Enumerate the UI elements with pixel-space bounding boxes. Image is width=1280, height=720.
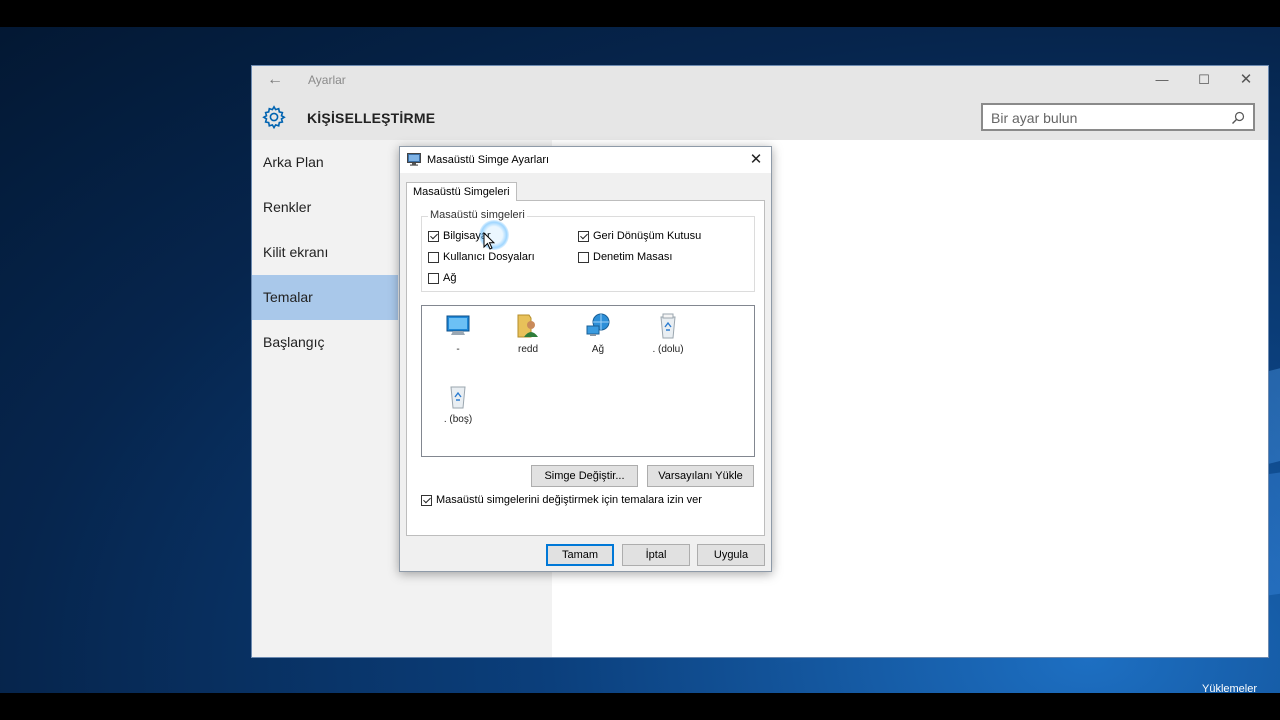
dialog-close-button[interactable]: ✕ — [745, 150, 767, 170]
sidebar-item-renkler[interactable]: Renkler — [252, 185, 398, 230]
icon-label: redd — [517, 344, 538, 355]
search-input[interactable] — [991, 109, 1221, 127]
checkbox-box[interactable] — [421, 494, 432, 506]
search-box[interactable] — [981, 103, 1255, 131]
cancel-button[interactable]: İptal — [622, 544, 690, 566]
back-button[interactable]: ← — [264, 70, 286, 90]
checkbox-box[interactable] — [578, 251, 589, 263]
icon-item-recycle-bin-full[interactable]: . (dolu) — [633, 312, 703, 355]
user-folder-icon — [517, 314, 538, 338]
icon-item-network[interactable]: Ağ — [563, 312, 633, 355]
computer-icon — [446, 315, 470, 335]
checkbox-label: Kullanıcı Dosyaları — [443, 251, 535, 263]
checkbox-label: Denetim Masası — [593, 251, 673, 263]
checkbox-label: Masaüstü simgelerini değiştirmek için te… — [436, 494, 702, 506]
icon-label: . (dolu) — [652, 344, 684, 355]
checkbox-label: Geri Dönüşüm Kutusu — [593, 230, 702, 242]
icon-label: Ağ — [591, 344, 605, 355]
checkbox-box[interactable] — [428, 251, 439, 263]
checkbox-denetim-masasi[interactable]: Denetim Masası — [578, 250, 672, 264]
tab-panel: Masaüstü simgeleri Bilgisayar Geri Dönüş… — [406, 200, 765, 536]
apply-button[interactable]: Uygula — [697, 544, 765, 566]
restore-default-button[interactable]: Varsayılanı Yükle — [647, 465, 754, 487]
sidebar-item-temalar[interactable]: Temalar — [252, 275, 398, 320]
network-icon — [586, 313, 610, 336]
desktop-icon-label[interactable]: Yüklemeler — [1202, 683, 1257, 693]
page-title: KİŞİSELLEŞTİRME — [307, 110, 436, 126]
checkbox-allow-themes[interactable]: Masaüstü simgelerini değiştirmek için te… — [421, 493, 702, 507]
title-bar: ← Ayarlar — ☐ ✕ — [252, 66, 1268, 94]
sidebar-item-baslangic[interactable]: Başlangıç — [252, 320, 398, 365]
search-icon[interactable] — [1231, 111, 1245, 125]
recycle-bin-full-icon — [660, 313, 676, 339]
checkbox-kullanici-dosyalari[interactable]: Kullanıcı Dosyaları — [428, 250, 535, 264]
desktop-icon-settings-dialog: Masaüstü Simge Ayarları ✕ Masaüstü Simge… — [399, 146, 772, 572]
checkbox-ag[interactable]: Ağ — [428, 271, 456, 285]
icon-label: - — [456, 344, 460, 355]
checkbox-label: Ağ — [443, 272, 457, 284]
dialog-title-bar: Masaüstü Simge Ayarları ✕ — [400, 147, 771, 173]
icon-item-user-folder[interactable]: redd — [493, 312, 563, 355]
checkbox-box[interactable] — [428, 230, 439, 242]
checkbox-geri-donusum-kutusu[interactable]: Geri Dönüşüm Kutusu — [578, 229, 701, 243]
icon-label: . (boş) — [443, 414, 473, 425]
desktop-icons-groupbox: Masaüstü simgeleri Bilgisayar Geri Dönüş… — [421, 209, 755, 292]
monitor-icon — [407, 153, 421, 166]
checkbox-box[interactable] — [428, 272, 439, 284]
page-header: KİŞİSELLEŞTİRME — [252, 94, 1268, 140]
ok-button[interactable]: Tamam — [546, 544, 614, 566]
tab-masaustu-simgeleri[interactable]: Masaüstü Simgeleri — [406, 182, 517, 201]
icon-item-computer[interactable]: - — [423, 312, 493, 355]
checkbox-box[interactable] — [578, 230, 589, 242]
gear-icon — [262, 105, 286, 129]
sidebar-item-arka-plan[interactable]: Arka Plan — [252, 140, 398, 185]
arrow-left-icon: ← — [267, 71, 283, 88]
sidebar-item-kilit-ekrani[interactable]: Kilit ekranı — [252, 230, 398, 275]
icon-item-recycle-bin-empty[interactable]: . (boş) — [423, 382, 493, 425]
dialog-title: Masaüstü Simge Ayarları — [427, 154, 550, 166]
app-title: Ayarlar — [308, 73, 346, 87]
mouse-pointer-icon — [483, 232, 495, 250]
minimize-button[interactable]: — — [1142, 68, 1182, 92]
recycle-bin-empty-icon — [450, 386, 466, 409]
change-icon-button[interactable]: Simge Değiştir... — [531, 465, 638, 487]
icon-preview-list: - redd Ağ . (dolu) . (boş) — [421, 305, 755, 457]
close-button[interactable]: ✕ — [1226, 68, 1266, 92]
group-label: Masaüstü simgeleri — [428, 209, 527, 221]
maximize-button[interactable]: ☐ — [1184, 68, 1224, 92]
